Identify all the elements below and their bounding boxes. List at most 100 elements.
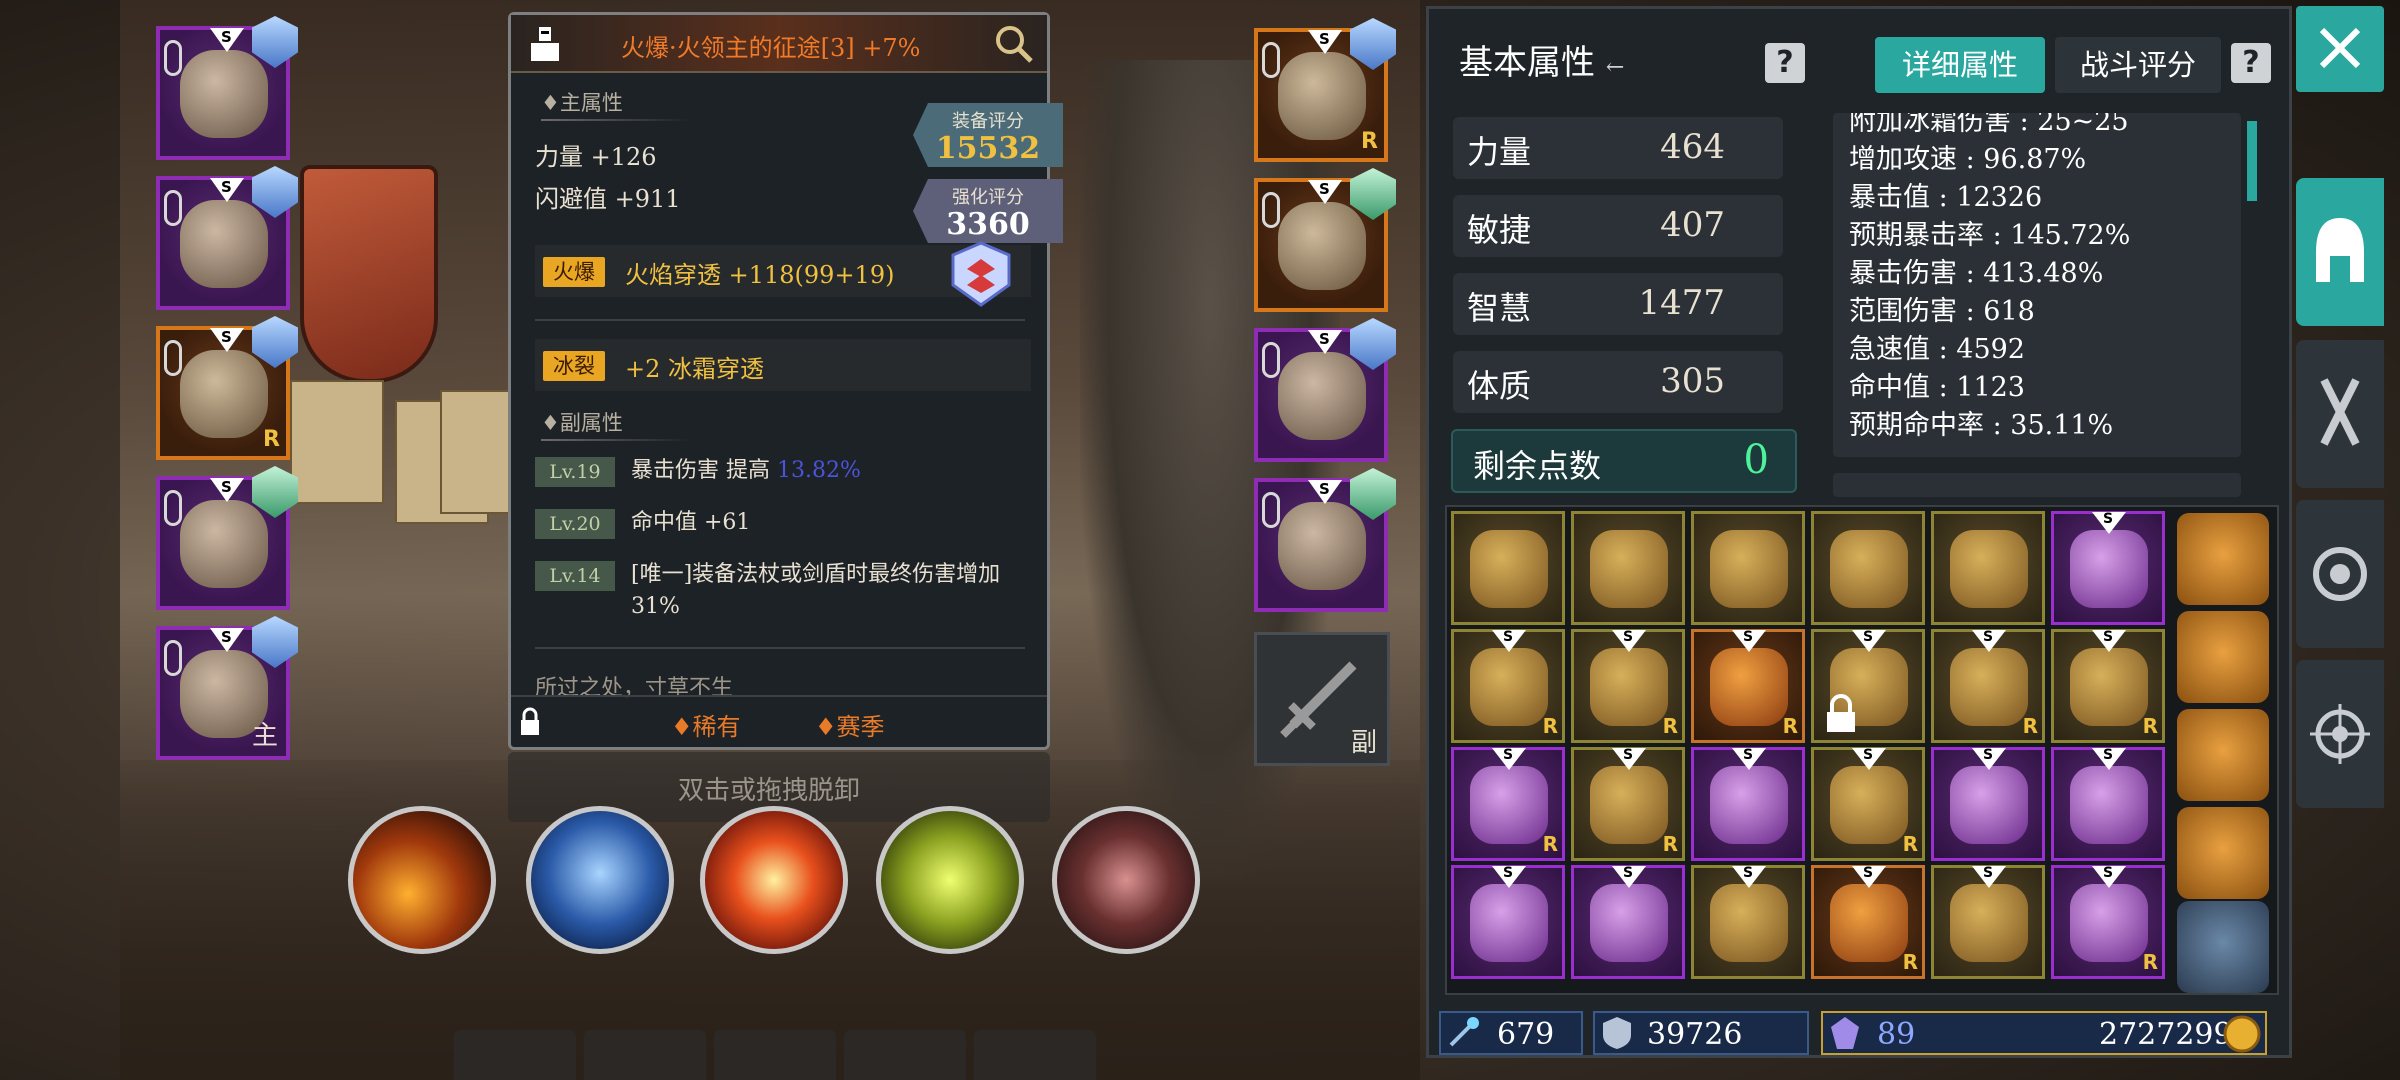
tier-tag: S bbox=[1503, 747, 1514, 763]
inventory-item[interactable]: SR bbox=[2051, 629, 2165, 743]
shield-rank-icon bbox=[951, 241, 1011, 307]
slash-icon[interactable] bbox=[1052, 806, 1200, 954]
close-button[interactable] bbox=[2296, 6, 2384, 92]
rarity-mark: R bbox=[1902, 950, 1918, 974]
inventory-item[interactable]: SR bbox=[1451, 629, 1565, 743]
flame-wave-icon[interactable] bbox=[700, 806, 848, 954]
enhance-score-value: 3360 bbox=[946, 207, 1030, 242]
inventory-item[interactable] bbox=[1931, 511, 2045, 625]
bag-icon[interactable] bbox=[2177, 901, 2269, 993]
side-tab-equipment[interactable] bbox=[2296, 178, 2384, 326]
inventory-item[interactable]: SR bbox=[1571, 629, 1685, 743]
gear-tab-icon bbox=[2313, 547, 2367, 601]
equip-slot-gloves[interactable]: S bbox=[1254, 168, 1396, 312]
lock-icon[interactable] bbox=[519, 707, 541, 737]
equip-slot-staff[interactable]: S 主 bbox=[156, 616, 298, 760]
tier-tag: S bbox=[1623, 865, 1634, 881]
inventory-item[interactable] bbox=[1571, 511, 1685, 625]
bottom-tab[interactable] bbox=[844, 1030, 966, 1080]
inventory-item[interactable]: S bbox=[2051, 747, 2165, 861]
item-icon bbox=[1590, 884, 1668, 962]
main-stat: 力量 +126 bbox=[535, 143, 657, 171]
rarity-mark: R bbox=[2142, 950, 2158, 974]
bag-icon[interactable] bbox=[2177, 709, 2269, 801]
inventory-item[interactable]: S bbox=[1691, 747, 1805, 861]
inventory-item[interactable]: SR bbox=[2051, 865, 2165, 979]
necklace-icon bbox=[1278, 52, 1366, 140]
inventory-item[interactable]: S bbox=[1691, 865, 1805, 979]
bottom-tab[interactable] bbox=[714, 1030, 836, 1080]
equip-slot-boots[interactable]: S bbox=[1254, 318, 1396, 462]
frost-spirit-icon[interactable] bbox=[526, 806, 674, 954]
inventory-item[interactable]: S bbox=[1571, 865, 1685, 979]
inventory-item[interactable] bbox=[1811, 511, 1925, 625]
tier-tag: S bbox=[1983, 865, 1994, 881]
inventory-item[interactable] bbox=[1451, 511, 1565, 625]
rarity-mark: R bbox=[1542, 832, 1558, 856]
tab-detail-attributes[interactable]: 详细属性 bbox=[1875, 37, 2045, 93]
title-arrow-icon[interactable]: ← bbox=[1606, 55, 1624, 80]
magnifier-icon[interactable] bbox=[993, 23, 1035, 65]
inventory-item[interactable]: SR bbox=[1931, 629, 2045, 743]
inventory-item[interactable]: S bbox=[1811, 629, 1925, 743]
sub-stat-highlight: 13.82% bbox=[777, 458, 861, 483]
ice-affix-row: 冰裂 +2 冰霜穿透 bbox=[535, 339, 1031, 391]
equip-slot-necklace[interactable]: S R bbox=[1254, 18, 1396, 162]
inventory-item[interactable]: S bbox=[1451, 865, 1565, 979]
skull-helmet-icon bbox=[180, 50, 268, 138]
tier-tag: S bbox=[1863, 629, 1874, 645]
equip-slot-chest[interactable]: S bbox=[156, 166, 298, 310]
inventory-item[interactable]: S bbox=[1931, 865, 2045, 979]
inventory-item[interactable]: S bbox=[2051, 511, 2165, 625]
inventory-item[interactable] bbox=[1691, 511, 1805, 625]
equip-slot-ring[interactable]: S bbox=[156, 466, 298, 610]
item-icon bbox=[1590, 648, 1668, 726]
tier-tag: S bbox=[221, 478, 232, 496]
bottom-tab[interactable] bbox=[974, 1030, 1096, 1080]
leg-armor-icon bbox=[180, 350, 268, 438]
inventory-item[interactable]: SR bbox=[1451, 747, 1565, 861]
detail-row: 急速值 : 4592 bbox=[1849, 334, 2025, 365]
help-icon[interactable]: ? bbox=[2231, 43, 2271, 83]
item-icon bbox=[1830, 766, 1908, 844]
tier-tag: S bbox=[2103, 747, 2114, 763]
detail-attr-list[interactable]: 附加冰霜伤害 : 25~25 增加攻速 : 96.87% 暴击值 : 12326… bbox=[1833, 113, 2241, 457]
item-icon bbox=[1470, 884, 1548, 962]
lock-icon bbox=[1827, 694, 1855, 732]
shield-currency-icon bbox=[1603, 1017, 1631, 1049]
bottom-tab[interactable] bbox=[454, 1030, 576, 1080]
detail-scrollbar[interactable] bbox=[2247, 121, 2257, 201]
leap-icon[interactable] bbox=[876, 806, 1024, 954]
inventory-item[interactable]: S bbox=[1931, 747, 2045, 861]
side-tab-gear[interactable] bbox=[2296, 500, 2384, 648]
sub-stat-text: 暴击伤害 提高 13.82% bbox=[631, 458, 861, 483]
side-tab-target[interactable] bbox=[2296, 660, 2384, 808]
side-tab-gauntlet[interactable] bbox=[2296, 340, 2384, 488]
gem-icon bbox=[1831, 1017, 1859, 1049]
inventory-item[interactable]: SR bbox=[1691, 629, 1805, 743]
inventory-item[interactable]: SR bbox=[1571, 747, 1685, 861]
detail-attr-list-2 bbox=[1833, 473, 2241, 497]
inventory-item[interactable]: SR bbox=[1811, 747, 1925, 861]
rarity-mark: R bbox=[2022, 714, 2038, 738]
equip-slot-legs[interactable]: S R bbox=[156, 316, 298, 460]
tab-battle-score[interactable]: 战斗评分 bbox=[2055, 37, 2221, 93]
link-icon bbox=[164, 490, 182, 526]
detail-row: 暴击值 : 12326 bbox=[1849, 182, 2043, 213]
bag-icon[interactable] bbox=[2177, 611, 2269, 703]
fireball-icon[interactable] bbox=[348, 806, 496, 954]
rarity-tag: ♦稀有 bbox=[671, 713, 741, 741]
gloves-icon bbox=[1278, 202, 1366, 290]
equip-slot-offhand[interactable]: 副 bbox=[1254, 632, 1390, 766]
inventory-item[interactable]: SR bbox=[1811, 865, 1925, 979]
equip-slot-helmet[interactable]: S bbox=[156, 16, 298, 160]
bag-icon[interactable] bbox=[2177, 513, 2269, 605]
bottom-tab[interactable] bbox=[584, 1030, 706, 1080]
help-icon[interactable]: ? bbox=[1765, 43, 1805, 83]
sub-stat-level: Lv.20 bbox=[535, 509, 615, 539]
equip-slot-ring2[interactable]: S bbox=[1254, 468, 1396, 612]
tier-tag: S bbox=[1863, 865, 1874, 881]
target-tab-icon bbox=[2310, 704, 2370, 764]
tier-tag: S bbox=[1983, 629, 1994, 645]
bag-icon[interactable] bbox=[2177, 807, 2269, 899]
